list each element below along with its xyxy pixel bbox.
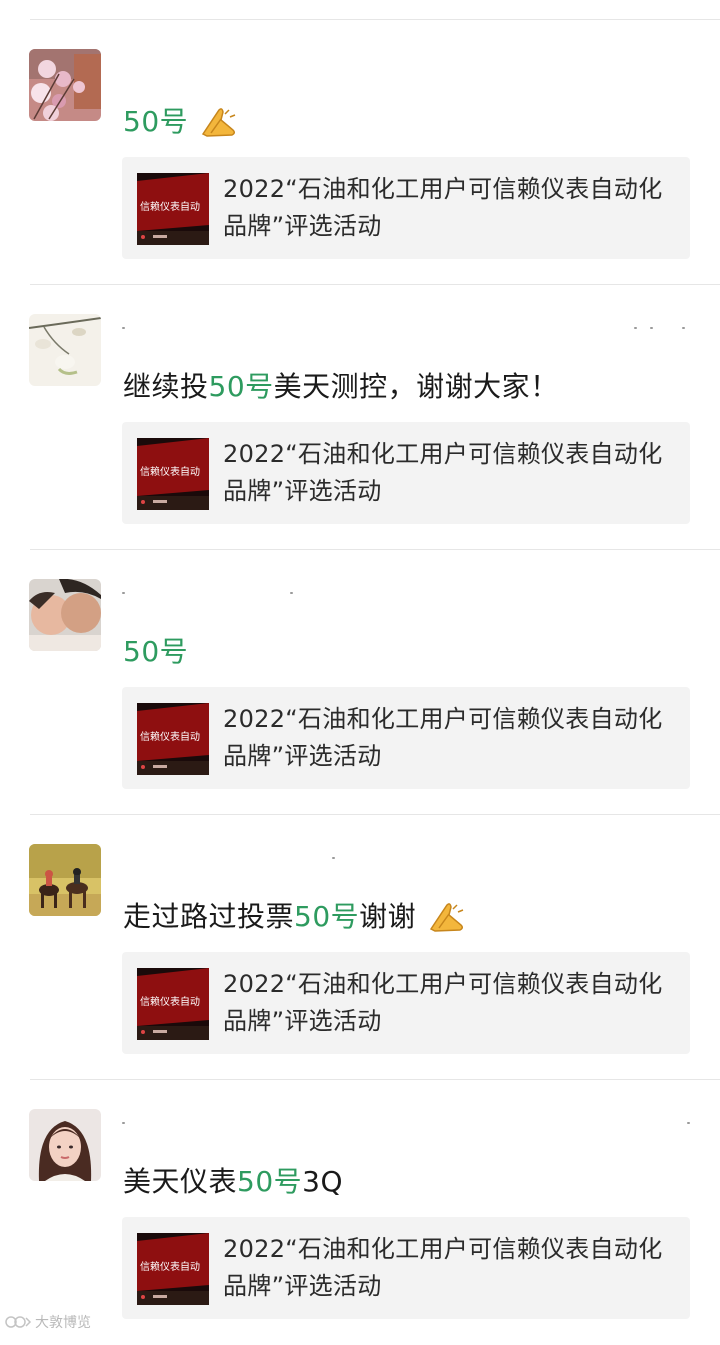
redaction-dot xyxy=(650,327,653,329)
avatar[interactable] xyxy=(29,49,101,121)
comment-text: 走过路过投票50号谢谢 xyxy=(123,897,467,937)
shared-article-card[interactable]: 信赖仪表自动 2022“石油和化工用户可信赖仪表自动化品牌”评选活动 xyxy=(122,157,690,259)
watermark-logo-icon xyxy=(5,1316,32,1328)
pray-hands-emoji-icon xyxy=(201,108,235,137)
article-title: 2022“石油和化工用户可信赖仪表自动化品牌”评选活动 xyxy=(223,175,663,240)
shared-article-card[interactable]: 信赖仪表自动 2022“石油和化工用户可信赖仪表自动化品牌”评选活动 xyxy=(122,1217,690,1319)
avatar-horse-riders-image xyxy=(29,844,101,916)
shared-article-card[interactable]: 信赖仪表自动 2022“石油和化工用户可信赖仪表自动化品牌”评选活动 xyxy=(122,687,690,789)
redaction-dot xyxy=(290,592,293,594)
comment-text: 继续投50号美天测控，谢谢大家！ xyxy=(123,370,559,403)
feed-post: 继续投50号美天测控，谢谢大家！ 信赖仪表自动 2022“石油和化工用户可信赖仪… xyxy=(0,285,720,550)
redaction-dot xyxy=(682,327,685,329)
svg-text:信赖仪表自动: 信赖仪表自动 xyxy=(140,465,200,478)
redaction-dot xyxy=(332,857,335,859)
avatar[interactable] xyxy=(29,1109,101,1181)
feed-post: 50号 信赖仪表自动 2022“石油和化工用户可信赖仪表自动化品牌”评选活动 xyxy=(0,20,720,285)
username-redacted xyxy=(122,327,692,333)
vote-number: 50号 xyxy=(123,635,189,668)
comment-text: 50号 xyxy=(123,102,239,142)
redaction-dot xyxy=(634,327,637,329)
avatar[interactable] xyxy=(29,314,101,386)
article-title: 2022“石油和化工用户可信赖仪表自动化品牌”评选活动 xyxy=(223,970,663,1035)
article-title: 2022“石油和化工用户可信赖仪表自动化品牌”评选活动 xyxy=(223,705,663,770)
redaction-dot xyxy=(122,592,125,594)
avatar-magnolia-image xyxy=(29,49,101,121)
avatar[interactable] xyxy=(29,579,101,651)
watermark: 大敦博览 xyxy=(4,1312,91,1332)
shared-article-card[interactable]: 信赖仪表自动 2022“石油和化工用户可信赖仪表自动化品牌”评选活动 xyxy=(122,422,690,524)
avatar-flower-branch-image xyxy=(29,314,101,386)
article-title: 2022“石油和化工用户可信赖仪表自动化品牌”评选活动 xyxy=(223,1235,663,1300)
username-redacted xyxy=(122,857,692,863)
watermark-text: 大敦博览 xyxy=(35,1315,91,1331)
svg-text:信赖仪表自动: 信赖仪表自动 xyxy=(140,995,200,1008)
redaction-dot xyxy=(122,1122,125,1124)
svg-text:信赖仪表自动: 信赖仪表自动 xyxy=(140,730,200,743)
svg-text:信赖仪表自动: 信赖仪表自动 xyxy=(140,1260,200,1273)
avatar-woman-portrait xyxy=(29,1109,101,1181)
pray-hands-emoji-icon xyxy=(429,903,463,932)
vote-number: 50号 xyxy=(208,370,274,403)
article-title: 2022“石油和化工用户可信赖仪表自动化品牌”评选活动 xyxy=(223,440,663,505)
article-thumbnail: 信赖仪表自动 xyxy=(137,173,209,245)
article-thumbnail: 信赖仪表自动 xyxy=(137,968,209,1040)
comment-feed: 50号 信赖仪表自动 2022“石油和化工用户可信赖仪表自动化品牌”评选活动 继… xyxy=(0,20,720,1345)
article-thumbnail: 信赖仪表自动 xyxy=(137,703,209,775)
username-redacted xyxy=(122,1122,692,1128)
vote-number: 50号 xyxy=(123,105,189,138)
vote-number: 50号 xyxy=(237,1165,303,1198)
article-thumbnail: 信赖仪表自动 xyxy=(137,438,209,510)
username-redacted xyxy=(122,62,692,68)
avatar-children-photo xyxy=(29,579,101,651)
feed-post: 50号 信赖仪表自动 2022“石油和化工用户可信赖仪表自动化品牌”评选活动 xyxy=(0,550,720,815)
shared-article-card[interactable]: 信赖仪表自动 2022“石油和化工用户可信赖仪表自动化品牌”评选活动 xyxy=(122,952,690,1054)
svg-text:信赖仪表自动: 信赖仪表自动 xyxy=(140,200,200,213)
avatar[interactable] xyxy=(29,844,101,916)
comment-text: 50号 xyxy=(123,632,188,672)
article-thumbnail: 信赖仪表自动 xyxy=(137,1233,209,1305)
username-redacted xyxy=(122,592,692,598)
comment-text: 美天仪表50号3Q xyxy=(123,1165,344,1198)
feed-post: 美天仪表50号3Q 信赖仪表自动 2022“石油和化工用户可信赖仪表自动化品牌”… xyxy=(0,1080,720,1345)
redaction-dot xyxy=(687,1122,690,1124)
feed-post: 走过路过投票50号谢谢 信赖仪表自动 2022“石油和化工用户可信赖仪表自动化品… xyxy=(0,815,720,1080)
vote-number: 50号 xyxy=(294,900,360,933)
redaction-dot xyxy=(122,327,125,329)
